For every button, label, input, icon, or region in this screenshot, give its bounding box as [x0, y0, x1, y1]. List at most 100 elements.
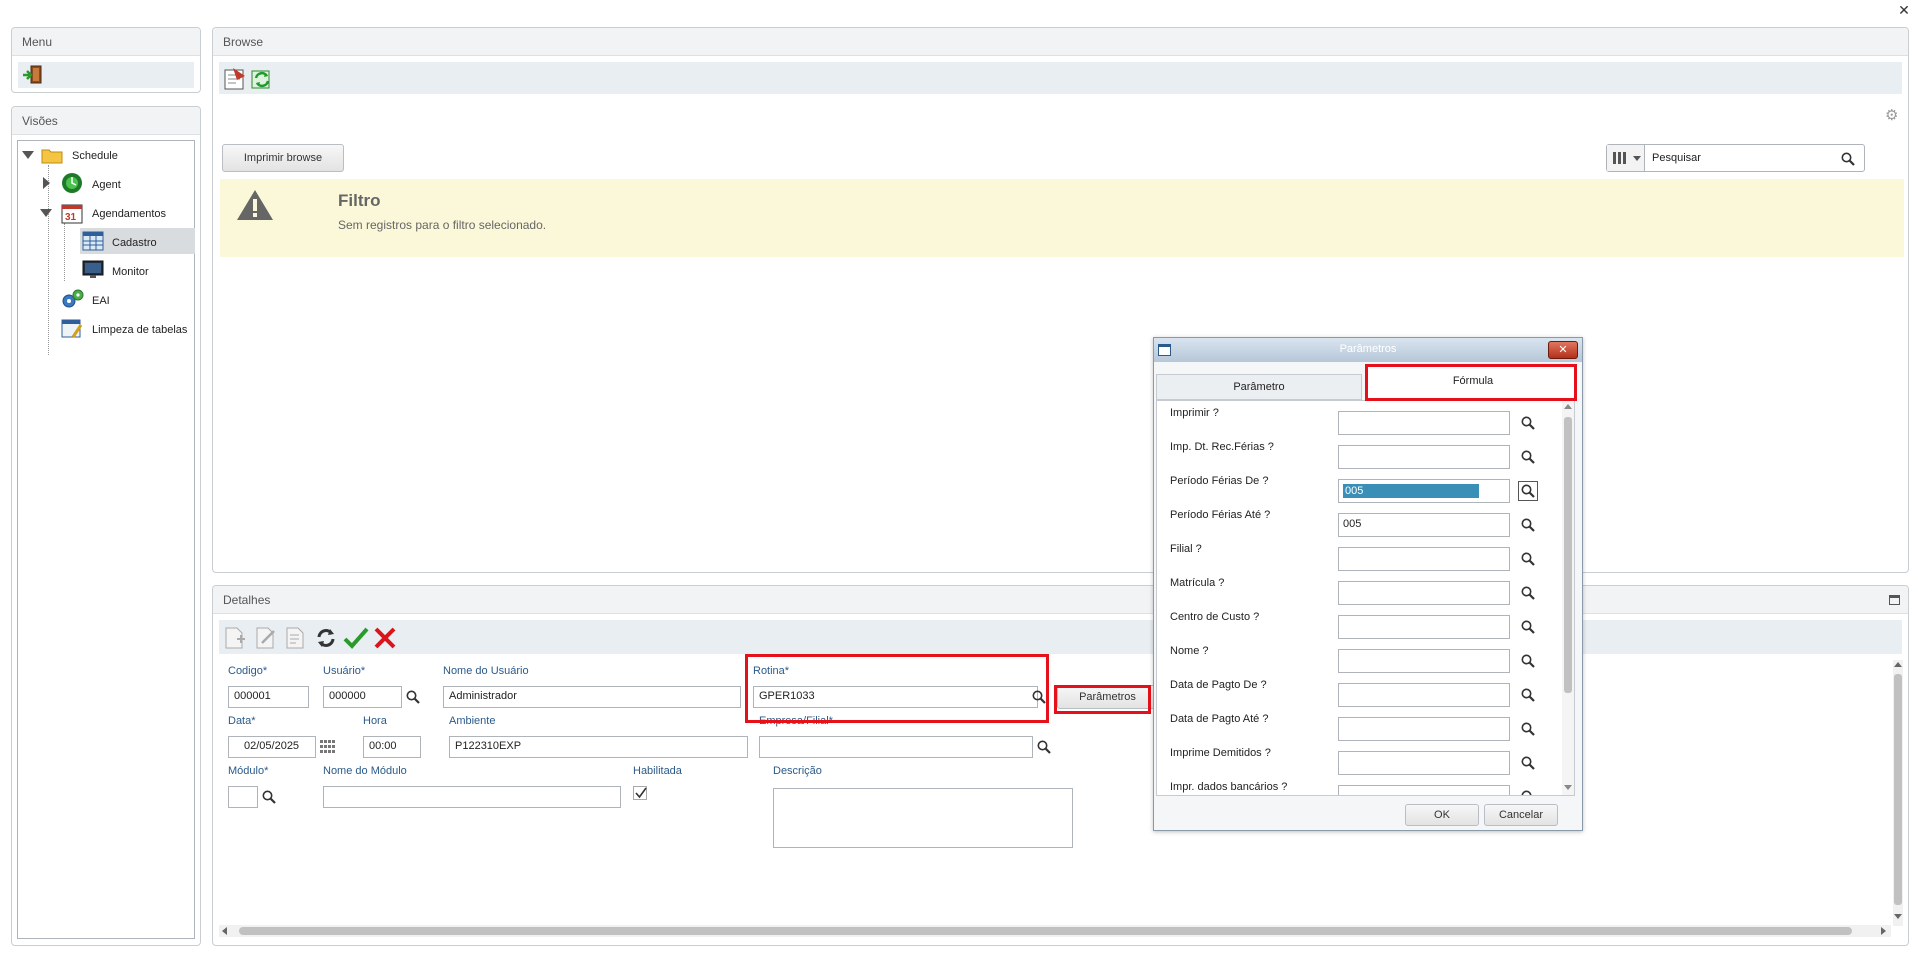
- nome-usuario-field[interactable]: Administrador: [443, 686, 741, 708]
- tree-item-monitor[interactable]: Monitor: [112, 266, 149, 278]
- codigo-field[interactable]: 000001: [228, 686, 309, 708]
- param-search-icon[interactable]: [1521, 552, 1535, 566]
- exit-door-icon[interactable]: [22, 65, 44, 85]
- habilitada-checkbox[interactable]: [633, 786, 647, 800]
- tree-item-eai[interactable]: EAI: [92, 295, 110, 307]
- tree-item-agendamentos[interactable]: Agendamentos: [92, 208, 166, 220]
- param-value-field[interactable]: [1338, 785, 1510, 795]
- usuario-search-icon[interactable]: [406, 690, 420, 704]
- parameters-list: Imprimir ? Imp. Dt. Rec.Férias ? Período F…: [1156, 400, 1575, 796]
- param-label: Imprimir ?: [1170, 407, 1219, 419]
- param-label: Centro de Custo ?: [1170, 611, 1260, 623]
- search-icon[interactable]: [1841, 152, 1855, 166]
- tree-expander-agendamentos[interactable]: [40, 209, 52, 217]
- vertical-scrollbar[interactable]: [1893, 660, 1903, 926]
- hora-label: Hora: [363, 715, 387, 727]
- tree-item-agent[interactable]: Agent: [92, 179, 121, 191]
- tree-item-schedule[interactable]: Schedule: [72, 150, 118, 162]
- param-value-field[interactable]: [1338, 649, 1510, 673]
- report-icon[interactable]: [223, 67, 247, 91]
- confirm-check-icon[interactable]: [343, 626, 369, 650]
- scroll-up-arrow[interactable]: [1894, 662, 1902, 667]
- data-field[interactable]: 02/05/2025: [228, 736, 316, 758]
- param-search-icon[interactable]: [1521, 756, 1535, 770]
- add-record-icon[interactable]: [223, 627, 247, 649]
- search-input[interactable]: Pesquisar: [1652, 152, 1701, 164]
- param-value-field[interactable]: 005: [1338, 479, 1510, 503]
- reload-icon[interactable]: [314, 626, 338, 650]
- param-label: Imp. Dt. Rec.Férias ?: [1170, 441, 1274, 453]
- settings-gear-icon[interactable]: ⚙: [1885, 108, 1901, 124]
- param-label: Imprime Demitidos ?: [1170, 747, 1271, 759]
- minimize-icon[interactable]: [1889, 595, 1900, 605]
- refresh-icon[interactable]: [250, 67, 274, 91]
- views-panel: Visões Schedule Agent 31 Agendamentos Ca…: [11, 106, 201, 946]
- details-title: Detalhes: [213, 586, 1908, 614]
- modulo-search-icon[interactable]: [262, 790, 276, 804]
- modulo-field[interactable]: [228, 786, 258, 808]
- dialog-scroll-thumb[interactable]: [1564, 417, 1572, 693]
- dialog-scroll-down-arrow[interactable]: [1564, 785, 1572, 790]
- param-search-icon[interactable]: [1521, 654, 1535, 668]
- filter-message: Sem registros para o filtro selecionado.: [338, 218, 547, 232]
- view-record-icon[interactable]: [284, 627, 308, 649]
- scroll-down-arrow[interactable]: [1894, 914, 1902, 919]
- edit-record-icon[interactable]: [254, 627, 278, 649]
- usuario-field[interactable]: 000000: [323, 686, 402, 708]
- scroll-right-arrow[interactable]: [1881, 927, 1886, 935]
- tree-item-limpeza-de-tabelas[interactable]: Limpeza de tabelas: [92, 324, 187, 336]
- param-value-field[interactable]: [1338, 445, 1510, 469]
- ambiente-field[interactable]: P122310EXP: [449, 736, 748, 758]
- param-value-field[interactable]: 005: [1338, 513, 1510, 537]
- hora-field[interactable]: 00:00: [363, 736, 421, 758]
- param-search-icon[interactable]: [1521, 688, 1535, 702]
- nome-modulo-field[interactable]: [323, 786, 621, 808]
- tree-item-cadastro[interactable]: Cadastro: [112, 237, 157, 249]
- param-value-field[interactable]: [1338, 717, 1510, 741]
- browse-toolbar: [219, 62, 1902, 94]
- ambiente-label: Ambiente: [449, 715, 496, 727]
- descricao-label: Descrição: [773, 765, 822, 777]
- calendar-picker-icon[interactable]: [320, 740, 336, 754]
- param-search-icon[interactable]: [1521, 722, 1535, 736]
- columns-icon: [1613, 152, 1626, 164]
- param-label: Impr. dados bancários ?: [1170, 781, 1288, 793]
- h-scroll-thumb[interactable]: [239, 927, 1852, 935]
- empresa-filial-search-icon[interactable]: [1037, 740, 1051, 754]
- dialog-vertical-scrollbar[interactable]: [1562, 401, 1574, 795]
- scroll-thumb[interactable]: [1894, 674, 1902, 905]
- dialog-cancel-button[interactable]: Cancelar: [1484, 804, 1558, 826]
- dialog-close-button[interactable]: ✕: [1548, 341, 1578, 359]
- param-search-icon[interactable]: [1518, 481, 1538, 501]
- rotina-highlight: [745, 654, 1049, 723]
- param-search-icon[interactable]: [1521, 790, 1535, 796]
- tree-expander-agent[interactable]: [43, 177, 50, 189]
- param-value-field[interactable]: [1338, 751, 1510, 775]
- param-value-field[interactable]: [1338, 615, 1510, 639]
- param-search-icon[interactable]: [1521, 620, 1535, 634]
- descricao-field[interactable]: [773, 788, 1073, 848]
- horizontal-scrollbar[interactable]: [219, 925, 1891, 937]
- habilitada-label: Habilitada: [633, 765, 682, 777]
- print-browse-button[interactable]: Imprimir browse: [222, 144, 344, 172]
- param-search-icon[interactable]: [1521, 586, 1535, 600]
- parametros-highlight: [1054, 685, 1151, 714]
- param-search-icon[interactable]: [1521, 518, 1535, 532]
- dialog-scroll-up-arrow[interactable]: [1564, 404, 1572, 409]
- param-value-field[interactable]: [1338, 547, 1510, 571]
- tree-expander-schedule[interactable]: [22, 151, 34, 159]
- table-grid-icon: [82, 231, 104, 251]
- param-label: Data de Pagto De ?: [1170, 679, 1267, 691]
- columns-selector[interactable]: [1607, 145, 1645, 171]
- close-window-icon[interactable]: ✕: [1896, 2, 1912, 18]
- empresa-filial-field[interactable]: [759, 736, 1033, 758]
- cancel-x-icon[interactable]: [373, 626, 397, 650]
- param-search-icon[interactable]: [1521, 416, 1535, 430]
- dialog-ok-button[interactable]: OK: [1405, 804, 1479, 826]
- param-search-icon[interactable]: [1521, 450, 1535, 464]
- param-value-field[interactable]: [1338, 581, 1510, 605]
- param-value-field[interactable]: [1338, 683, 1510, 707]
- tab-parametro[interactable]: Parâmetro: [1156, 374, 1362, 400]
- param-value-field[interactable]: [1338, 411, 1510, 435]
- scroll-left-arrow[interactable]: [222, 927, 227, 935]
